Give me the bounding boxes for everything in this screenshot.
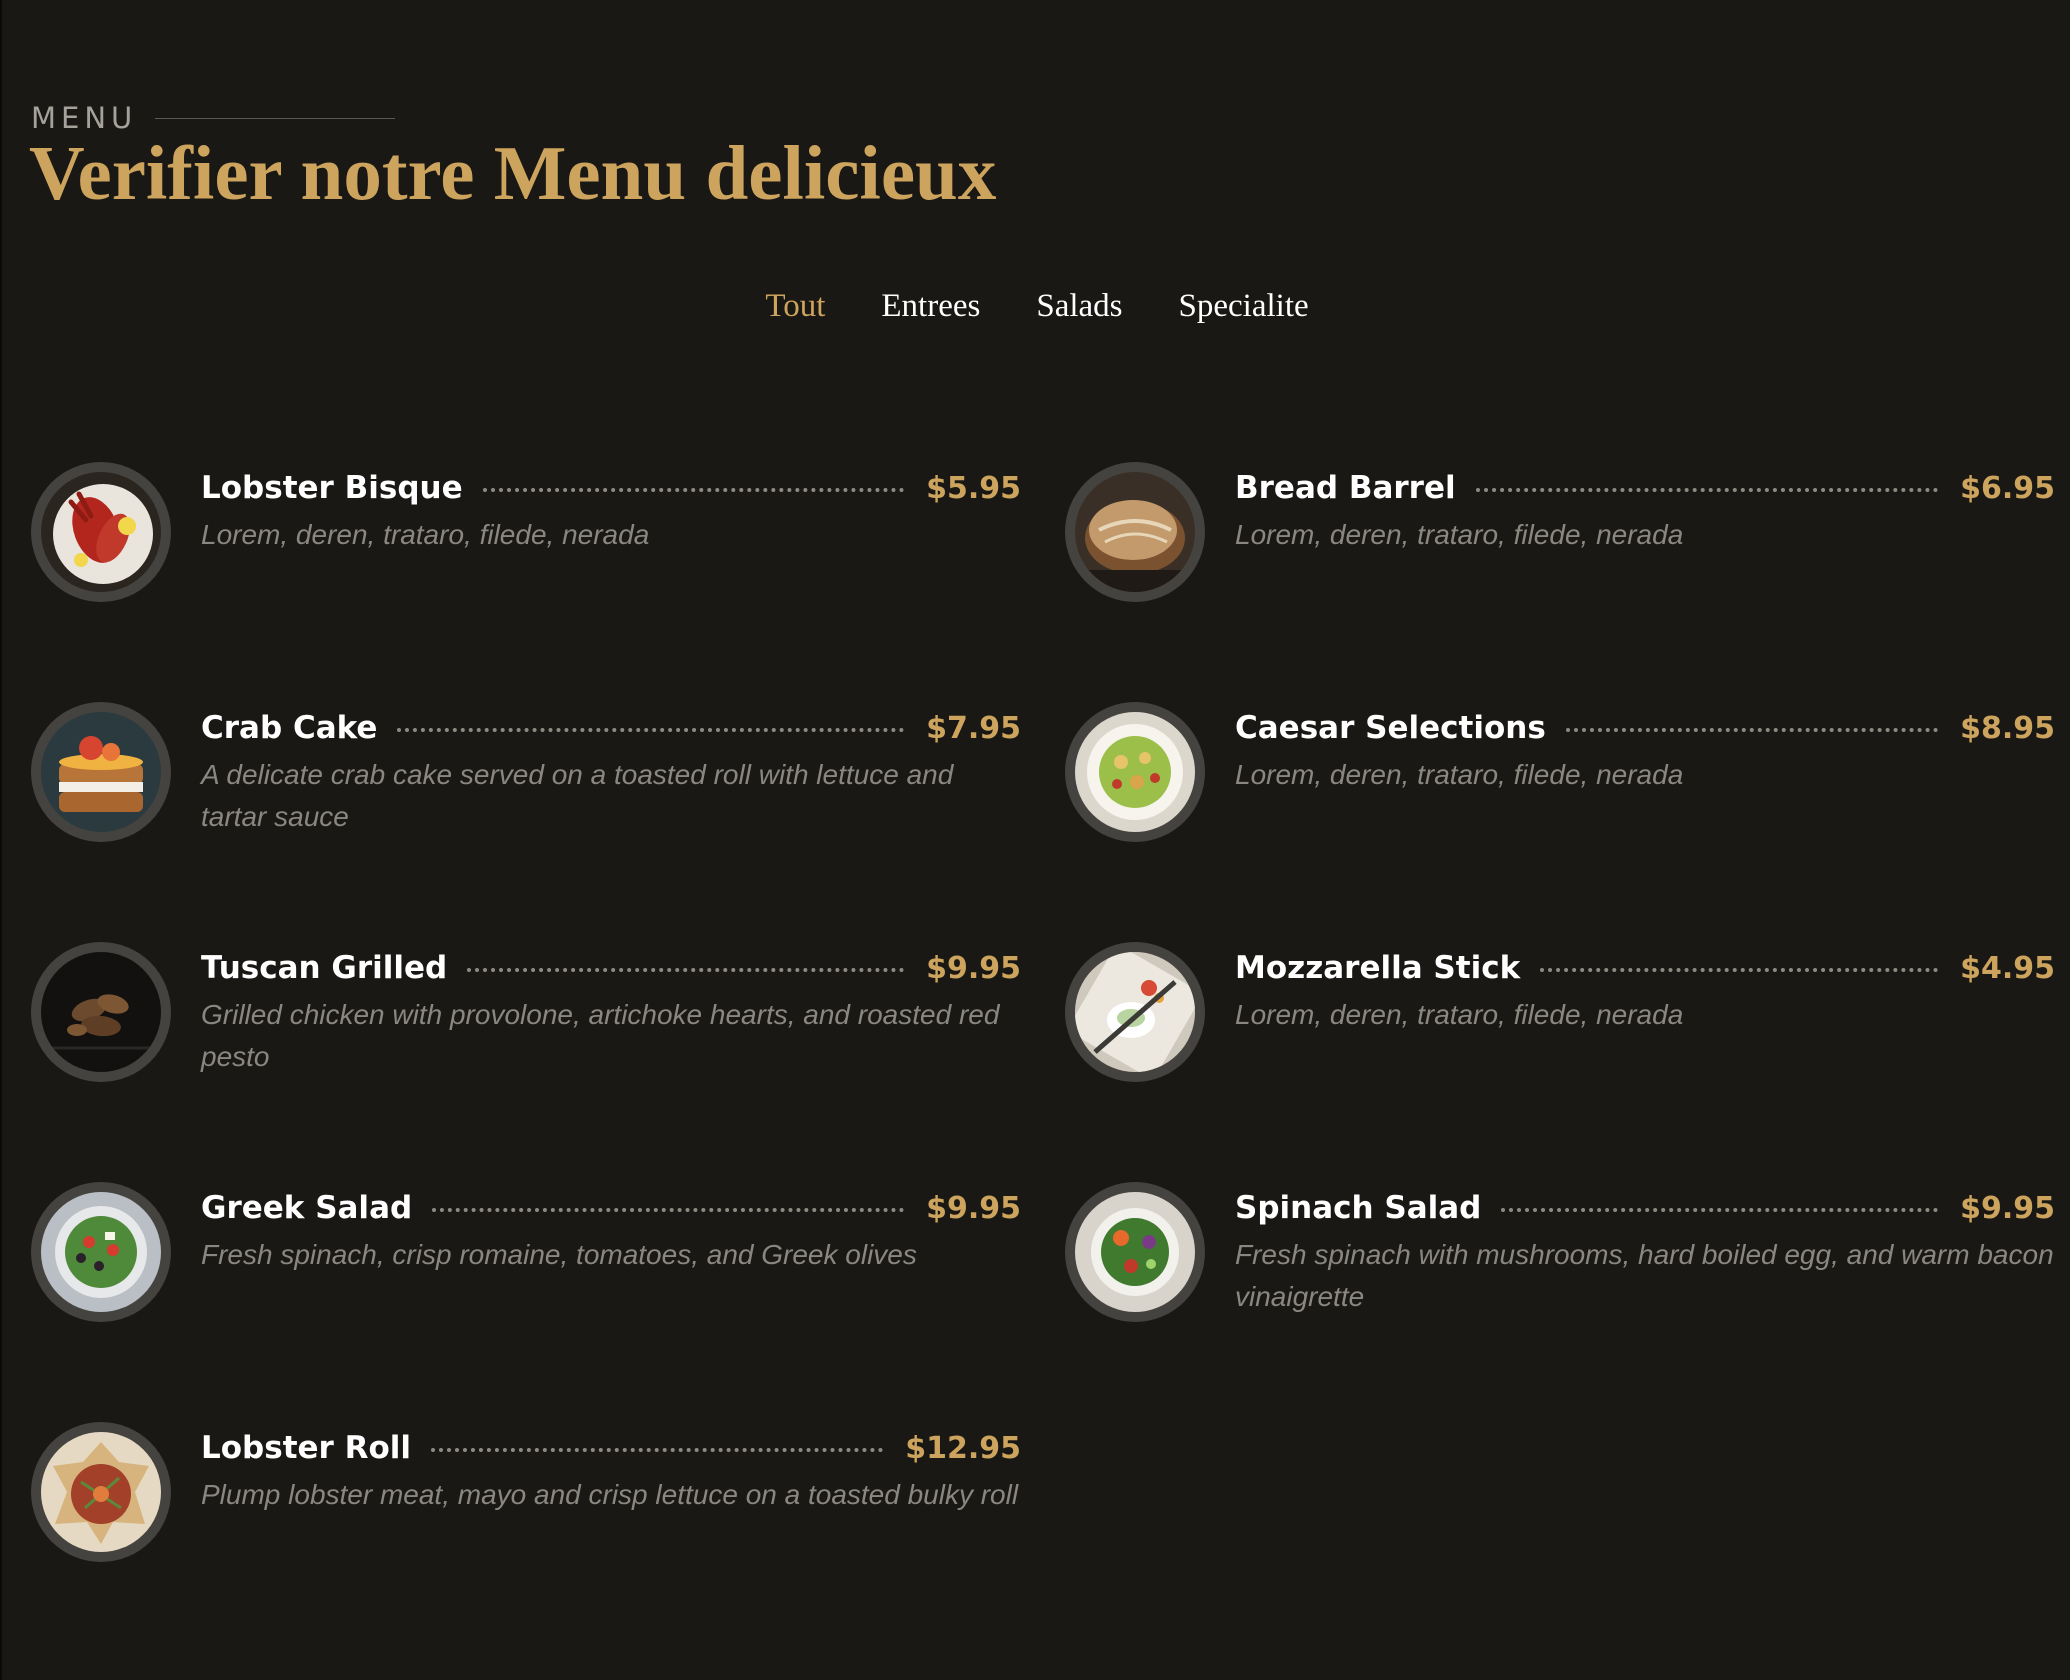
item-name: Tuscan Grilled	[201, 950, 448, 986]
item-price: $5.95	[926, 470, 1021, 506]
menu-item-greek-salad[interactable]: Greek Salad $9.95 Fresh spinach, crisp r…	[31, 1182, 1021, 1342]
item-description: Fresh spinach with mushrooms, hard boile…	[1235, 1239, 2054, 1312]
item-description: Plump lobster meat, mayo and crisp lettu…	[201, 1479, 1019, 1510]
lobster-image	[31, 462, 171, 602]
tab-salads[interactable]: Salads	[1036, 284, 1122, 328]
dotted-leader	[397, 728, 905, 732]
mozzarella-image	[1065, 942, 1205, 1082]
tab-tout[interactable]: Tout	[765, 284, 825, 328]
tab-specialite[interactable]: Specialite	[1179, 284, 1309, 328]
eyebrow-divider	[155, 118, 396, 119]
item-description: Lorem, deren, trataro, filede, nerada	[1235, 759, 1684, 790]
dotted-leader	[1540, 968, 1939, 972]
tab-entrees[interactable]: Entrees	[881, 284, 980, 328]
menu-filters: Tout Entrees Salads Specialite	[0, 284, 2070, 328]
item-description: Lorem, deren, trataro, filede, nerada	[1235, 999, 1684, 1030]
item-price: $9.95	[1960, 1190, 2055, 1226]
menu-item-bread-barrel[interactable]: Bread Barrel $6.95 Lorem, deren, trataro…	[1065, 462, 2055, 622]
dotted-leader	[1501, 1208, 1939, 1212]
item-price: $9.95	[926, 950, 1021, 986]
section-eyebrow: MENU	[31, 101, 138, 135]
dotted-leader	[1475, 488, 1939, 492]
item-name: Crab Cake	[201, 710, 378, 746]
menu-item-mozzarella-stick[interactable]: Mozzarella Stick $4.95 Lorem, deren, tra…	[1065, 942, 2055, 1102]
lobster-roll-image	[31, 1422, 171, 1562]
menu-item-lobster-bisque[interactable]: Lobster Bisque $5.95 Lorem, deren, trata…	[31, 462, 1021, 622]
item-price: $6.95	[1960, 470, 2055, 506]
caesar-salad-image	[1065, 702, 1205, 842]
item-name: Lobster Roll	[201, 1430, 412, 1466]
item-name: Spinach Salad	[1235, 1190, 1482, 1226]
dotted-leader	[1565, 728, 1939, 732]
item-description: A delicate crab cake served on a toasted…	[201, 759, 954, 832]
greek-salad-image	[31, 1182, 171, 1322]
item-price: $7.95	[926, 710, 1021, 746]
item-description: Fresh spinach, crisp romaine, tomatoes, …	[201, 1239, 917, 1270]
item-name: Greek Salad	[201, 1190, 413, 1226]
item-description: Grilled chicken with provolone, artichok…	[201, 999, 1000, 1072]
item-price: $9.95	[926, 1190, 1021, 1226]
menu-item-lobster-roll[interactable]: Lobster Roll $12.95 Plump lobster meat, …	[31, 1422, 1021, 1582]
menu-item-caesar-selections[interactable]: Caesar Selections $8.95 Lorem, deren, tr…	[1065, 702, 2055, 862]
item-price: $8.95	[1960, 710, 2055, 746]
menu-item-crab-cake[interactable]: Crab Cake $7.95 A delicate crab cake ser…	[31, 702, 1021, 862]
item-description: Lorem, deren, trataro, filede, nerada	[201, 519, 650, 550]
dotted-leader	[467, 968, 905, 972]
bread-image	[1065, 462, 1205, 602]
item-name: Mozzarella Stick	[1235, 950, 1521, 986]
page-edge	[0, 0, 2, 1680]
eyebrow-row: MENU	[31, 104, 996, 133]
item-price: $4.95	[1960, 950, 2055, 986]
menu-item-spinach-salad[interactable]: Spinach Salad $9.95 Fresh spinach with m…	[1065, 1182, 2055, 1342]
crab-cake-image	[31, 702, 171, 842]
dotted-leader	[482, 488, 905, 492]
page-title: Verifier notre Menu delicieux	[29, 130, 997, 216]
spinach-salad-image	[1065, 1182, 1205, 1322]
dotted-leader	[432, 1208, 905, 1212]
item-description: Lorem, deren, trataro, filede, nerada	[1235, 519, 1684, 550]
item-name: Caesar Selections	[1235, 710, 1546, 746]
dotted-leader	[431, 1448, 884, 1452]
grilled-chicken-image	[31, 942, 171, 1082]
menu-item-tuscan-grilled[interactable]: Tuscan Grilled $9.95 Grilled chicken wit…	[31, 942, 1021, 1102]
item-price: $12.95	[905, 1430, 1021, 1466]
item-name: Lobster Bisque	[201, 470, 463, 506]
item-name: Bread Barrel	[1235, 470, 1456, 506]
section-header: MENU Verifier notre Menu delicieux	[29, 104, 997, 216]
